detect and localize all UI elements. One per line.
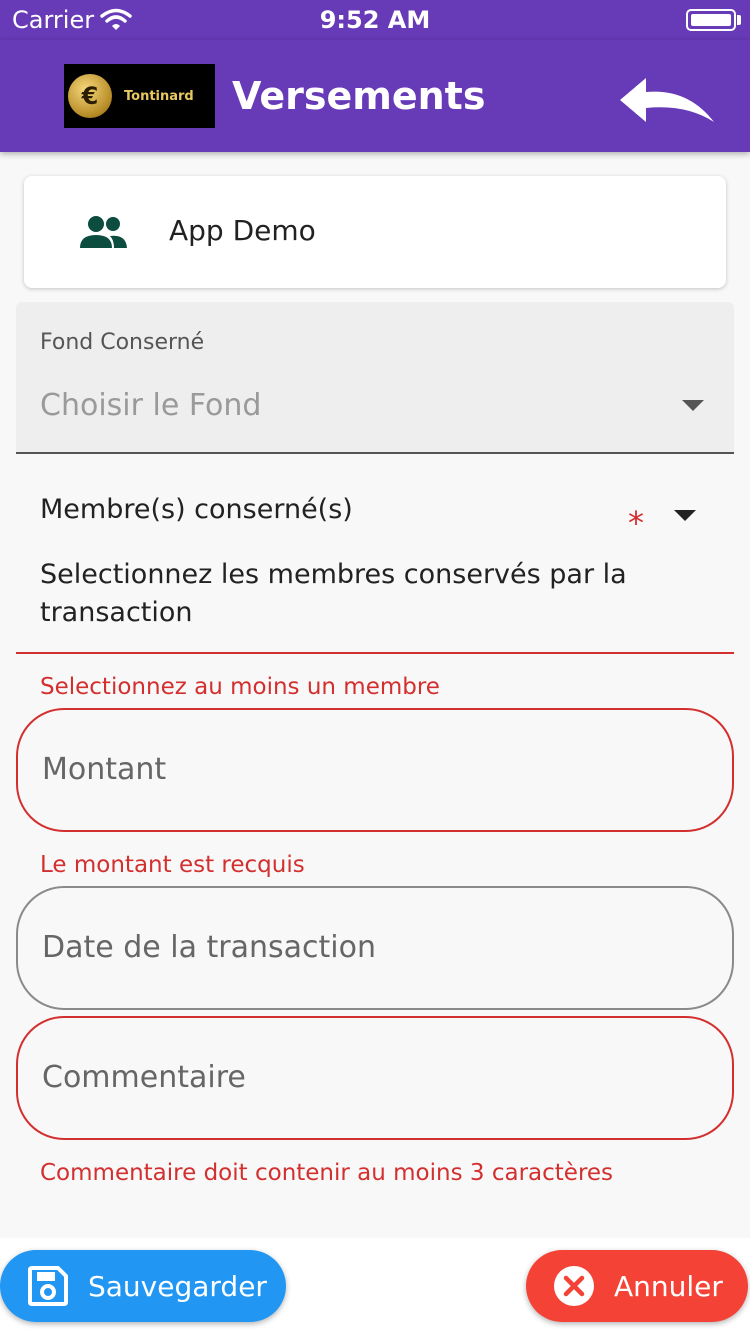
date-placeholder: Date de la transaction xyxy=(42,930,376,965)
save-label: Sauvegarder xyxy=(88,1269,267,1303)
date-input[interactable]: Date de la transaction xyxy=(16,886,734,1010)
close-circle-icon xyxy=(552,1264,596,1308)
comment-input[interactable]: Commentaire xyxy=(16,1016,734,1140)
cancel-label: Annuler xyxy=(614,1269,723,1303)
group-card[interactable]: App Demo xyxy=(24,176,726,288)
fond-placeholder: Choisir le Fond xyxy=(40,388,262,423)
app-logo: € Tontinard xyxy=(64,64,215,128)
group-name: App Demo xyxy=(169,214,316,247)
cancel-button[interactable]: Annuler xyxy=(526,1250,748,1322)
members-label: Membre(s) conserné(s) xyxy=(40,494,353,525)
chevron-down-icon xyxy=(674,510,696,521)
undo-arrow-icon xyxy=(620,78,714,122)
save-button[interactable]: Sauvegarder xyxy=(0,1250,286,1322)
logo-text: Tontinard xyxy=(124,88,194,104)
battery-icon xyxy=(686,9,736,31)
chevron-down-icon xyxy=(682,400,704,411)
amount-input[interactable]: Montant xyxy=(16,708,734,832)
clock: 9:52 AM xyxy=(319,6,431,34)
battery-tip xyxy=(737,15,741,25)
amount-placeholder: Montant xyxy=(42,752,167,787)
members-hint: Selectionnez les membres conservés par l… xyxy=(40,559,627,628)
members-error: Selectionnez au moins un membre xyxy=(40,674,440,700)
page-title: Versements xyxy=(232,74,486,118)
comment-placeholder: Commentaire xyxy=(42,1060,246,1095)
required-asterisk: * xyxy=(628,504,644,542)
comment-error: Commentaire doit contenir au moins 3 car… xyxy=(40,1160,614,1186)
app-bar: € Tontinard Versements xyxy=(0,40,750,152)
status-bar: Carrier 9:52 AM xyxy=(0,0,750,40)
members-select[interactable]: Membre(s) conserné(s) * Selectionnez les… xyxy=(16,470,734,654)
logo-coin-icon: € xyxy=(68,74,112,118)
group-icon xyxy=(80,214,128,254)
amount-error: Le montant est recquis xyxy=(40,852,305,878)
fond-label: Fond Conserné xyxy=(40,330,205,355)
floppy-disk-icon xyxy=(26,1264,70,1308)
back-button[interactable] xyxy=(606,70,722,126)
fond-select[interactable]: Fond Conserné Choisir le Fond xyxy=(16,302,734,454)
